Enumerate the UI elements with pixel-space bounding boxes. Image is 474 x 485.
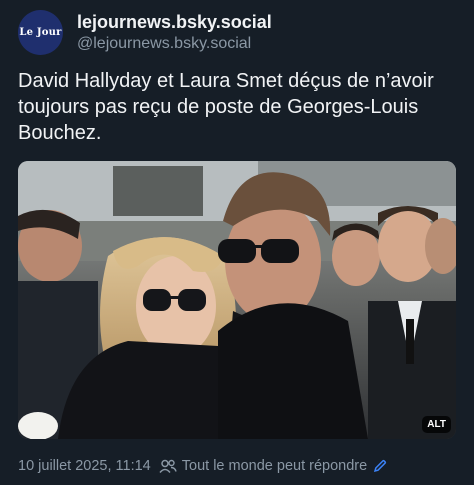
post-image[interactable]: ALT — [18, 161, 456, 439]
post-header: Le Jour lejournews.bsky.social @lejourne… — [18, 10, 272, 55]
photo-illustration — [18, 161, 456, 439]
people-icon — [159, 459, 177, 474]
avatar[interactable]: Le Jour — [18, 10, 63, 55]
author-names: lejournews.bsky.social @lejournews.bsky.… — [77, 11, 272, 55]
alt-text-badge[interactable]: ALT — [422, 416, 451, 433]
pencil-icon[interactable] — [373, 459, 387, 473]
reply-setting[interactable]: Tout le monde peut répondre — [182, 458, 367, 474]
avatar-label: Le Jour — [19, 27, 62, 38]
author-display-name[interactable]: lejournews.bsky.social — [77, 11, 272, 33]
post-footer: 10 juillet 2025, 11:14 Tout le monde peu… — [18, 458, 387, 474]
author-handle[interactable]: @lejournews.bsky.social — [77, 33, 272, 55]
post-text: David Hallyday et Laura Smet déçus de n’… — [18, 70, 434, 144]
post-timestamp[interactable]: 10 juillet 2025, 11:14 — [18, 458, 151, 474]
